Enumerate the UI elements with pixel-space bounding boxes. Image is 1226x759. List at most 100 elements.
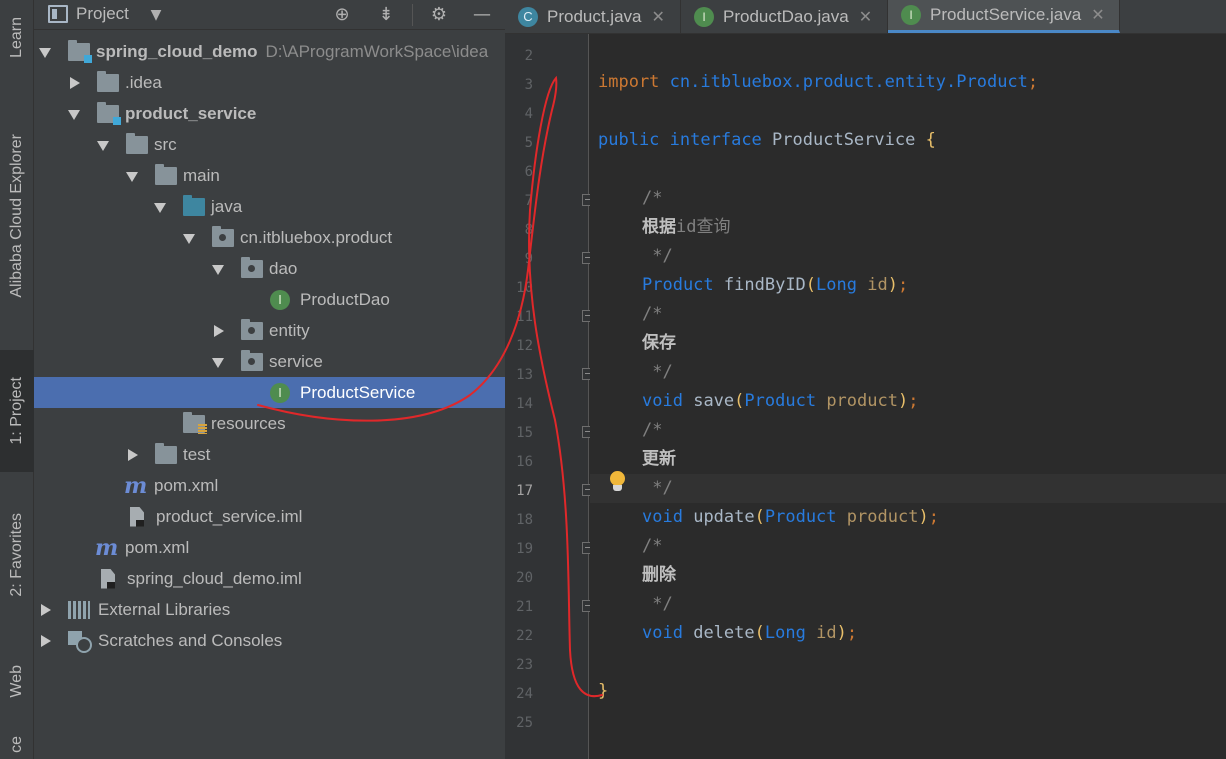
tree-node-product-dao[interactable]: I ProductDao (34, 284, 505, 315)
tree-node-java[interactable]: java (34, 191, 505, 222)
expand-arrow-icon[interactable] (211, 355, 225, 369)
expand-arrow-icon[interactable] (125, 169, 139, 183)
folder-icon (155, 163, 177, 185)
project-view-selector[interactable]: Project (76, 4, 129, 24)
tree-node-label: .idea (125, 72, 162, 92)
tab-product-dao-java[interactable]: I ProductDao.java ✕ (681, 0, 888, 33)
tree-node-label: ProductService (300, 382, 416, 402)
tab-product-service-java[interactable]: I ProductService.java ✕ (888, 0, 1120, 33)
interface-icon: I (270, 289, 290, 310)
close-icon[interactable]: ✕ (1091, 5, 1104, 25)
tree-node-src[interactable]: src (34, 129, 505, 160)
code-line: /* (642, 536, 663, 556)
expand-arrow-icon[interactable] (211, 262, 225, 276)
tree-node-spring-cloud-demo[interactable]: spring_cloud_demo D:\AProgramWorkSpace\i… (34, 36, 505, 67)
tree-node-resources[interactable]: resources (34, 408, 505, 439)
gear-icon[interactable]: ⚙ (427, 3, 451, 27)
tab-label: Product.java (547, 6, 642, 26)
collapse-all-icon[interactable]: ⇟ (374, 3, 398, 27)
tool-tab-favorites[interactable]: 2: Favorites (0, 488, 34, 622)
expand-arrow-icon[interactable] (182, 231, 196, 245)
tree-node-main[interactable]: main (34, 160, 505, 191)
code-line: 保存 (642, 333, 676, 353)
tool-tab-favorites-label: 2: Favorites (8, 513, 25, 597)
code-line: public interface ProductService { (598, 130, 936, 150)
expand-arrow-icon[interactable] (67, 107, 81, 121)
tool-tab-learn[interactable]: Learn (0, 0, 34, 74)
tree-node-path: D:\AProgramWorkSpace\idea (265, 41, 489, 61)
tree-node-module-iml[interactable]: product_service.iml (34, 501, 505, 532)
module-folder-icon (68, 39, 92, 63)
line-number: 6 (524, 164, 533, 180)
tree-node-label: spring_cloud_demo.iml (127, 568, 302, 588)
tool-tab-project-label: 1: Project (8, 377, 25, 445)
project-panel-header: Project ▼ ⊕ ⇟ ⚙ — (34, 0, 505, 30)
line-number: 14 (516, 396, 533, 412)
collapse-arrow-icon[interactable] (211, 324, 225, 338)
tool-tab-web-label: Web (8, 664, 25, 698)
tool-tab-truncated[interactable]: ce (0, 730, 34, 759)
maven-icon: m (124, 472, 148, 499)
tree-node-pom-module[interactable]: m pom.xml (34, 470, 505, 501)
line-number: 21 (516, 599, 533, 615)
collapse-arrow-icon[interactable] (125, 448, 139, 462)
line-number: 2 (524, 48, 533, 64)
close-icon[interactable]: ✕ (652, 7, 665, 27)
code-line: /* (642, 304, 663, 324)
close-icon[interactable]: ✕ (859, 7, 872, 27)
tree-node-label: ProductDao (300, 289, 390, 309)
tree-node-external-libraries[interactable]: External Libraries (34, 594, 505, 625)
tool-tab-learn-label: Learn (8, 16, 25, 58)
locate-icon[interactable]: ⊕ (330, 3, 354, 27)
line-number: 11 (516, 309, 533, 325)
tree-node-package[interactable]: cn.itbluebox.product (34, 222, 505, 253)
source-folder-icon (183, 194, 205, 216)
expand-arrow-icon[interactable] (38, 45, 52, 59)
expand-arrow-icon[interactable] (153, 200, 167, 214)
tool-tab-web[interactable]: Web (0, 640, 34, 722)
expand-arrow-icon[interactable] (96, 138, 110, 152)
tree-node-product-service-interface[interactable]: I ProductService (34, 377, 505, 408)
tree-node-service[interactable]: service (34, 346, 505, 377)
tool-window-strip: Learn Alibaba Cloud Explorer 1: Project … (0, 0, 34, 759)
line-number: 8 (524, 222, 533, 238)
interface-icon: I (901, 5, 921, 25)
line-number: 10 (516, 280, 533, 296)
line-number: 22 (516, 628, 533, 644)
tree-node-label: java (211, 196, 243, 216)
tree-node-label: Scratches and Consoles (98, 630, 283, 650)
tree-node-test[interactable]: test (34, 439, 505, 470)
tree-node-scratches[interactable]: Scratches and Consoles (34, 625, 505, 656)
line-number: 19 (516, 541, 533, 557)
tree-node-idea[interactable]: .idea (34, 67, 505, 98)
project-panel: Project ▼ ⊕ ⇟ ⚙ — spring_cloud_demo D:\A… (34, 0, 505, 759)
project-view-icon (48, 5, 68, 23)
collapse-arrow-icon[interactable] (67, 76, 81, 90)
collapse-arrow-icon[interactable] (38, 603, 52, 617)
hide-panel-icon[interactable]: — (470, 3, 494, 27)
tool-tab-cloud-explorer[interactable]: Alibaba Cloud Explorer (0, 96, 34, 336)
chevron-down-icon[interactable]: ▼ (144, 3, 168, 27)
tree-node-product-service[interactable]: product_service (34, 98, 505, 129)
code-line: */ (642, 594, 673, 614)
libraries-icon (68, 600, 90, 619)
tree-node-pom-root[interactable]: m pom.xml (34, 532, 505, 563)
tree-node-label: src (154, 134, 177, 154)
lightbulb-icon[interactable] (609, 471, 625, 495)
collapse-arrow-icon[interactable] (38, 634, 52, 648)
line-number: 4 (524, 106, 533, 122)
tool-tab-project[interactable]: 1: Project (0, 350, 34, 472)
code-editor[interactable]: import cn.itbluebox.product.entity.Produ… (590, 34, 1226, 759)
code-line: 根据id查询 (642, 217, 731, 237)
code-line-current: */ (590, 474, 1226, 503)
tree-node-root-iml[interactable]: spring_cloud_demo.iml (34, 563, 505, 594)
code-line: 删除 (642, 565, 676, 585)
iml-file-icon (101, 568, 115, 589)
tree-node-entity[interactable]: entity (34, 315, 505, 346)
tree-node-dao[interactable]: dao (34, 253, 505, 284)
tree-node-label: cn.itbluebox.product (240, 227, 393, 247)
line-number: 9 (524, 251, 533, 267)
tree-node-label: resources (211, 413, 286, 433)
tab-product-java[interactable]: C Product.java ✕ (505, 0, 681, 33)
resources-folder-icon (183, 411, 207, 434)
